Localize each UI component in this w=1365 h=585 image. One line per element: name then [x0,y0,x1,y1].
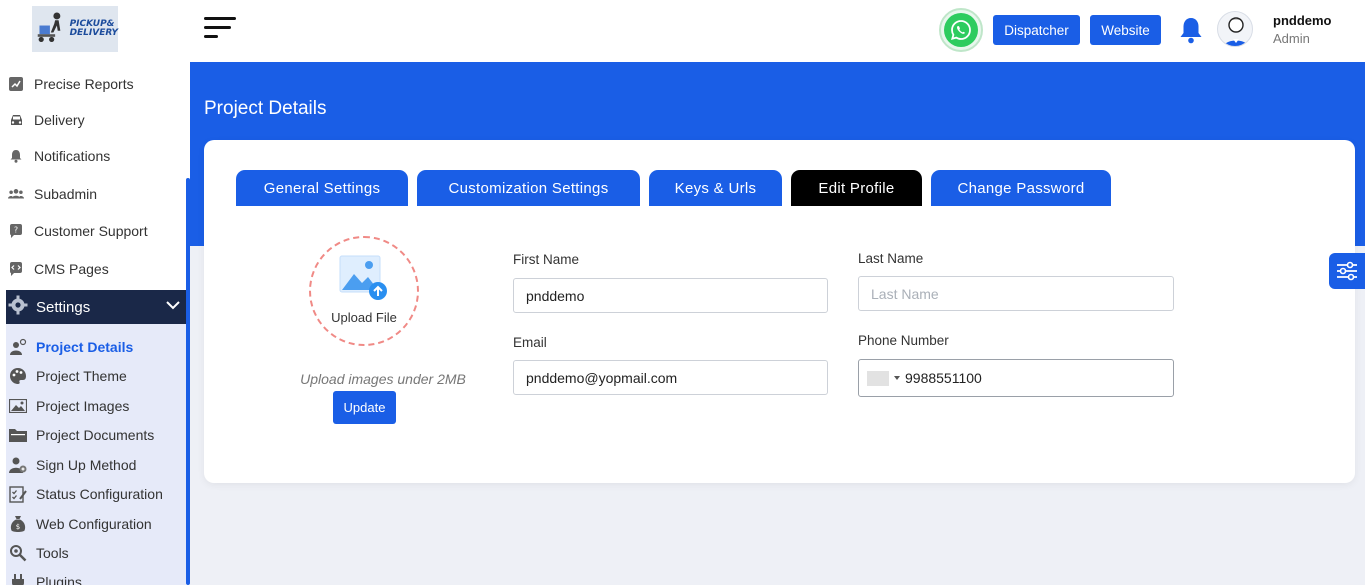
sidebar-item-label: Delivery [34,112,85,128]
sidebar-item-settings[interactable]: Settings [6,290,186,324]
sidebar-item-label: Precise Reports [34,76,134,92]
bell-icon [8,148,24,164]
hamburger-menu-icon[interactable] [204,17,236,43]
user-add-icon [8,456,28,474]
update-image-button[interactable]: Update [333,391,396,424]
checklist-icon [8,485,28,503]
last-name-label: Last Name [858,251,924,266]
phone-number-field [858,359,1174,397]
palette-icon [8,367,28,385]
plug-icon [8,573,28,585]
money-bag-icon: $ [8,515,28,533]
submenu-item-label: Project Documents [36,427,155,443]
tools-icon [8,544,28,562]
user-role: Admin [1273,31,1310,46]
submenu-item-project-theme[interactable]: Project Theme [8,363,180,389]
sidebar-item-label: Customer Support [34,223,148,239]
users-icon [8,186,24,202]
sidebar-item-label: Settings [36,298,91,316]
whatsapp-icon [944,13,978,47]
chevron-down-icon [166,297,180,314]
tab-keys-urls[interactable]: Keys & Urls [649,170,782,206]
user-avatar[interactable] [1217,11,1253,47]
submenu-item-status-configuration[interactable]: Status Configuration [8,481,180,507]
dispatcher-button[interactable]: Dispatcher [993,15,1080,45]
sidebar-item-delivery[interactable]: Delivery [0,105,186,135]
sidebar-item-notifications[interactable]: Notifications [0,141,186,171]
page-title: Project Details [204,98,327,119]
submenu-item-project-details[interactable]: Project Details [8,334,180,360]
upload-hint-text: Upload images under 2MB [300,371,466,387]
submenu-item-tools[interactable]: Tools [8,540,180,566]
pickup-delivery-logo-icon [37,12,61,43]
logo-text: PICKUP& DELIVERY [70,20,118,38]
tab-edit-profile[interactable]: Edit Profile [791,170,922,206]
sidebar-item-label: Subadmin [34,186,98,202]
customizer-toggle-button[interactable] [1329,253,1365,289]
submenu-item-project-images[interactable]: Project Images [8,393,180,419]
submenu-item-label: Project Theme [36,368,127,384]
gear-icon [8,295,28,319]
upload-file-label: Upload File [331,310,397,325]
email-input[interactable] [513,360,828,395]
svg-text:?: ? [14,226,18,235]
first-name-label: First Name [513,252,580,267]
submenu-item-project-documents[interactable]: Project Documents [8,422,180,448]
svg-text:$: $ [16,523,20,531]
sidebar: PICKUP& DELIVERY Precise Reports Deliver… [0,0,190,585]
logo-text-line2: DELIVERY [69,28,118,38]
sidebar-item-subadmin[interactable]: Subadmin [0,179,186,209]
website-button[interactable]: Website [1090,15,1161,45]
image-icon [8,397,28,415]
submenu-item-label: Project Details [36,339,134,355]
car-icon [8,112,24,128]
submenu-item-plugins[interactable]: Plugins [8,569,180,585]
sidebar-item-label: Notifications [34,148,111,164]
submenu-item-label: Status Configuration [36,486,163,502]
submenu-item-web-configuration[interactable]: $ Web Configuration [8,511,180,537]
whatsapp-button[interactable] [939,8,983,52]
sidebar-item-label: CMS Pages [34,261,109,277]
sidebar-item-precise-reports[interactable]: Precise Reports [0,69,186,99]
tab-change-password[interactable]: Change Password [931,170,1111,206]
email-label: Email [513,335,547,350]
sidebar-item-cms-pages[interactable]: CMS Pages [0,254,186,284]
upload-file-dropzone[interactable] [309,236,419,346]
last-name-input[interactable] [858,276,1174,311]
submenu-item-label: Sign Up Method [36,457,137,473]
code-icon [8,261,24,277]
country-flag-icon[interactable] [867,371,889,386]
first-name-input[interactable] [513,278,828,313]
phone-number-label: Phone Number [858,333,949,348]
support-icon: ? [8,223,24,239]
project-details-icon [8,338,28,356]
folder-icon [8,426,28,444]
submenu-item-sign-up-method[interactable]: Sign Up Method [8,452,180,478]
reports-icon [8,76,24,92]
notification-bell-icon[interactable] [1178,16,1204,44]
tab-customization-settings[interactable]: Customization Settings [417,170,640,206]
submenu-item-label: Tools [36,545,69,561]
phone-number-input[interactable] [905,361,1165,395]
app-logo[interactable]: PICKUP& DELIVERY [32,6,118,52]
submenu-item-label: Web Configuration [36,516,152,532]
sidebar-item-customer-support[interactable]: ? Customer Support [0,216,186,246]
sliders-icon [1337,261,1357,281]
country-dropdown-caret-icon[interactable] [894,376,900,380]
tab-general-settings[interactable]: General Settings [236,170,408,206]
top-header: Dispatcher Website pnddemo Admin [190,0,1365,62]
submenu-item-label: Project Images [36,398,130,414]
upload-image-icon [338,254,390,307]
submenu-item-label: Plugins [36,574,82,585]
user-name: pnddemo [1273,13,1332,28]
